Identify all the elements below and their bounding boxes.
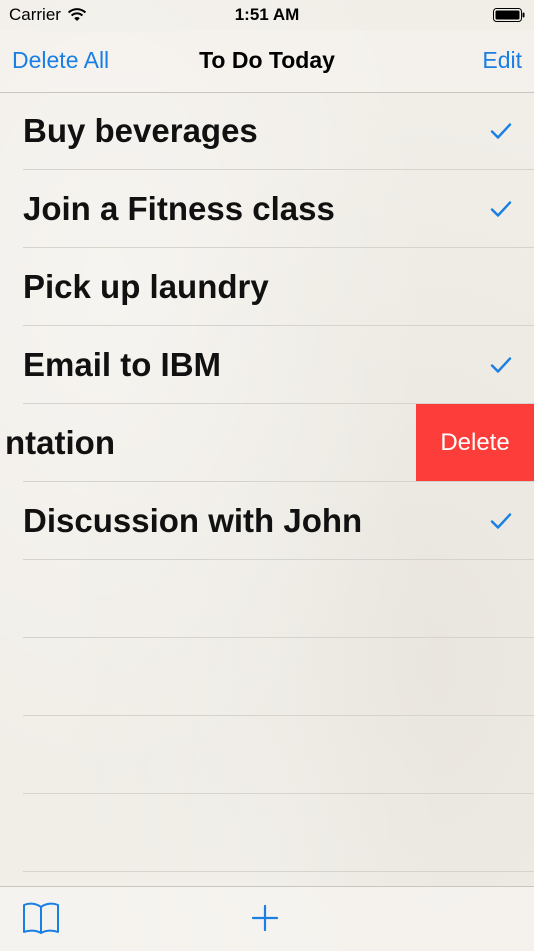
status-bar: Carrier 1:51 AM bbox=[0, 0, 534, 30]
task-row[interactable]: Buy beverages bbox=[0, 92, 534, 170]
delete-row-button[interactable]: Delete bbox=[416, 404, 534, 481]
navigation-bar: Delete All To Do Today Edit bbox=[0, 30, 534, 93]
task-title: Join a Fitness class bbox=[23, 190, 335, 227]
edit-button[interactable]: Edit bbox=[482, 47, 522, 74]
checkmark-icon bbox=[490, 201, 512, 217]
checkmark-icon bbox=[490, 513, 512, 529]
empty-row bbox=[0, 794, 534, 872]
checkmark-icon bbox=[490, 357, 512, 373]
task-row[interactable]: Join a Fitness class bbox=[0, 170, 534, 248]
task-title: Discussion with John bbox=[23, 502, 363, 539]
battery-icon bbox=[493, 8, 525, 22]
checkmark-icon bbox=[490, 123, 512, 139]
task-title: ntation bbox=[5, 424, 115, 461]
empty-row bbox=[0, 716, 534, 794]
empty-row bbox=[0, 638, 534, 716]
task-row[interactable]: Pick up laundry bbox=[0, 248, 534, 326]
task-title: Email to IBM bbox=[23, 346, 222, 383]
add-icon[interactable] bbox=[251, 904, 279, 932]
task-title: Buy beverages bbox=[23, 112, 258, 149]
status-time: 1:51 AM bbox=[234, 5, 300, 24]
task-list: Buy beverages Join a Fitness class Pick … bbox=[0, 92, 534, 872]
book-icon[interactable] bbox=[22, 901, 60, 935]
task-row[interactable]: Email to IBM bbox=[0, 326, 534, 404]
task-title: Pick up laundry bbox=[23, 268, 269, 305]
task-row[interactable]: Discussion with John bbox=[0, 482, 534, 560]
bottom-toolbar bbox=[0, 886, 534, 951]
empty-row bbox=[0, 560, 534, 638]
task-row-swiped[interactable]: ntation Delete bbox=[0, 404, 534, 482]
delete-all-button[interactable]: Delete All bbox=[12, 47, 109, 74]
page-title: To Do Today bbox=[199, 47, 335, 73]
